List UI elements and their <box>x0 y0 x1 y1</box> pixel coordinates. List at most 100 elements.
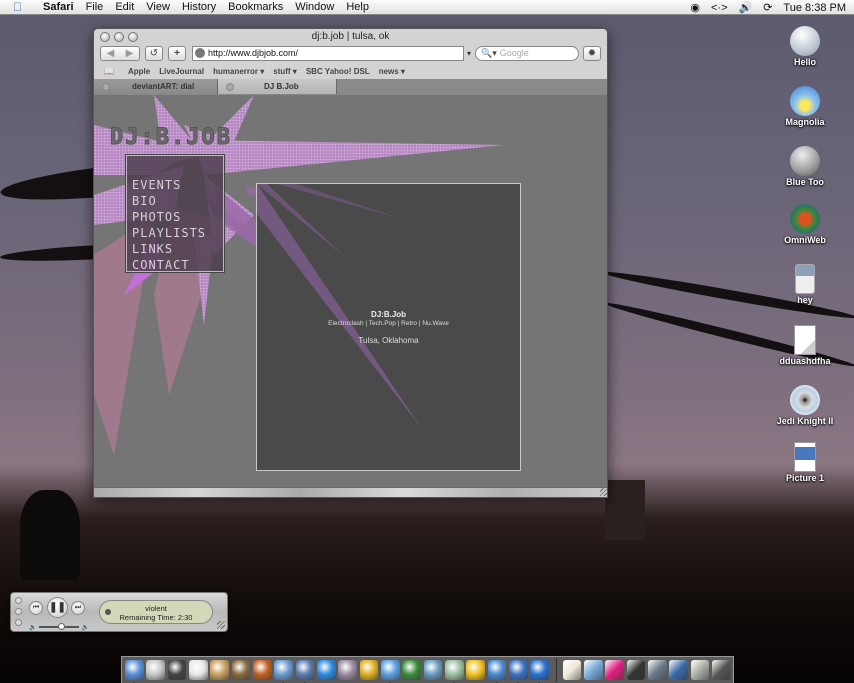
address-field[interactable]: http://www.djbjob.com/ <box>192 45 464 61</box>
itunes-minimize-button[interactable] <box>15 608 22 615</box>
nav-bio[interactable]: BIO <box>132 193 223 209</box>
close-tab-icon[interactable] <box>102 82 110 91</box>
bookmarks-book-icon[interactable]: 📖 <box>104 67 114 76</box>
dock-favorites-icon[interactable] <box>605 660 625 680</box>
desktop-icon-jedi-knight-ii[interactable]: Jedi Knight II <box>770 385 840 426</box>
dock-ichat-icon[interactable] <box>487 660 507 683</box>
menu-view[interactable]: View <box>140 0 176 15</box>
itunes-resize-grip-icon[interactable] <box>217 621 225 629</box>
close-tab-icon[interactable] <box>226 82 234 91</box>
nav-links[interactable]: LINKS <box>132 241 223 257</box>
network-icon[interactable]: <·> <box>711 2 728 14</box>
dock-preview-icon[interactable] <box>274 660 294 683</box>
bookmark-stuff[interactable]: stuff ▾ <box>273 67 297 76</box>
bookmark-humanerror[interactable]: humanerror ▾ <box>213 67 264 76</box>
address-value[interactable]: http://www.djbjob.com/ <box>208 48 298 58</box>
volume-low-icon: 🔈 <box>29 624 37 631</box>
dock-home-icon[interactable] <box>562 660 582 680</box>
tab-dj-bjob[interactable]: DJ B.Job <box>218 79 337 94</box>
dock-address-book-icon[interactable] <box>210 660 230 680</box>
sync-icon[interactable]: ⟳ <box>763 1 772 14</box>
desktop-icon-hey[interactable]: hey <box>770 264 840 305</box>
dock-sherlock-icon[interactable] <box>167 660 187 680</box>
title-bar[interactable]: dj:b.job | tulsa, ok ◀ ▶ ↺ + http://www.… <box>94 29 607 95</box>
dock-finder-icon[interactable] <box>125 660 144 683</box>
menu-bookmarks[interactable]: Bookmarks <box>222 0 289 15</box>
dock-camino-icon[interactable] <box>423 660 443 680</box>
previous-track-button[interactable]: ⏮ <box>29 601 43 615</box>
menu-app-safari[interactable]: Safari <box>37 0 80 15</box>
reload-button[interactable]: ↺ <box>145 45 163 61</box>
desktop-icon-dduashdfha[interactable]: dduashdfha <box>770 325 840 366</box>
menu-history[interactable]: History <box>176 0 222 15</box>
bug-icon: ✹ <box>587 47 597 59</box>
menu-clock[interactable]: Tue 8:38 PM <box>783 2 846 14</box>
plus-icon: + <box>174 47 180 59</box>
dock-system-preferences-icon[interactable] <box>146 660 166 680</box>
dock-separator[interactable] <box>555 658 557 682</box>
display-mode-icon[interactable] <box>105 609 111 615</box>
menu-window[interactable]: Window <box>289 0 340 15</box>
dock-mail-icon[interactable] <box>295 660 315 683</box>
google-search-field[interactable]: 🔍▾ Google <box>475 45 580 61</box>
dock-applications-icon[interactable] <box>583 660 603 680</box>
desktop-icon-hello[interactable]: Hello <box>770 26 840 67</box>
nav-events[interactable]: EVENTS <box>132 177 223 193</box>
next-track-button[interactable]: ⏭ <box>71 601 85 615</box>
dock-transmit-icon[interactable] <box>359 660 379 680</box>
add-bookmark-button[interactable]: + <box>168 45 186 61</box>
dock-game-icon[interactable] <box>338 660 358 680</box>
volume-knob[interactable] <box>57 623 65 630</box>
desktop-icon-picture-1[interactable]: Picture 1 <box>770 442 840 483</box>
dock-omniweb-icon[interactable] <box>402 660 422 680</box>
dock-adium-icon[interactable] <box>508 660 528 683</box>
dock-aim-icon[interactable] <box>466 660 486 680</box>
dock-network-icon[interactable] <box>647 660 667 680</box>
volume-icon[interactable]: 🔊 <box>739 1 753 14</box>
search-placeholder[interactable]: Google <box>500 48 529 58</box>
forward-icon[interactable]: ▶ <box>126 48 134 59</box>
dock-safari-icon[interactable] <box>380 660 400 683</box>
desktop-icon-magnolia[interactable]: Magnolia <box>770 86 840 127</box>
dock-dictionary-icon[interactable] <box>231 660 251 680</box>
nav-contact[interactable]: CONTACT <box>132 257 223 273</box>
site-logo[interactable]: DJ:B.JOB <box>110 125 232 151</box>
dock-internet-explorer-icon[interactable] <box>530 660 550 683</box>
desktop-icon-blue-too[interactable]: Blue Too <box>770 146 840 187</box>
dock-disk-icon[interactable] <box>690 660 710 680</box>
bookmark-apple[interactable]: Apple <box>128 67 150 76</box>
menu-file[interactable]: File <box>80 0 110 15</box>
itunes-mini-player: ⏮ ❚❚ ⏭ 🔈 🔊 violent Remaining Time: 2:30 <box>10 592 228 632</box>
desktop-icon-omniweb[interactable]: OmniWeb <box>770 204 840 245</box>
dock-iphoto-icon[interactable] <box>252 660 272 680</box>
nav-photos[interactable]: PHOTOS <box>132 209 223 225</box>
dock-itunes-icon[interactable] <box>444 660 464 683</box>
remaining-time[interactable]: Remaining Time: 2:30 <box>100 613 212 622</box>
report-bug-button[interactable]: ✹ <box>583 45 601 61</box>
volume-slider[interactable]: 🔈 🔊 <box>29 623 89 631</box>
dock-ical-icon[interactable] <box>188 660 208 680</box>
dock-quicktime-player-icon[interactable] <box>316 660 336 680</box>
ichat-icon[interactable]: ◉ <box>690 1 700 14</box>
itunes-close-button[interactable] <box>15 597 22 604</box>
bookmark-sbc-yahoo-dsl[interactable]: SBC Yahoo! DSL <box>306 67 370 76</box>
menu-help[interactable]: Help <box>340 0 375 15</box>
nav-playlists[interactable]: PLAYLISTS <box>132 225 223 241</box>
safari-window: dj:b.job | tulsa, ok ◀ ▶ ↺ + http://www.… <box>93 28 608 498</box>
tab-deviantart[interactable]: deviantART: dial <box>94 79 218 94</box>
resize-grip-icon[interactable] <box>600 488 607 496</box>
itunes-zoom-button[interactable] <box>15 619 22 626</box>
dock-trash-icon[interactable] <box>711 660 731 680</box>
menu-edit[interactable]: Edit <box>109 0 140 15</box>
back-icon[interactable]: ◀ <box>107 48 115 59</box>
location: Tulsa, Oklahoma <box>358 336 419 345</box>
address-dropdown-icon[interactable]: ▾ <box>467 49 471 58</box>
back-forward-buttons[interactable]: ◀ ▶ <box>100 45 140 61</box>
bookmark-livejournal[interactable]: LiveJournal <box>159 67 204 76</box>
desktop-icon-label: Picture 1 <box>785 473 825 483</box>
apple-menu-icon[interactable]:  <box>13 1 27 13</box>
pause-button[interactable]: ❚❚ <box>47 597 68 618</box>
dock-text-icon[interactable] <box>669 660 689 680</box>
dock-terminal-icon[interactable] <box>626 660 646 680</box>
bookmark-news[interactable]: news ▾ <box>379 67 405 76</box>
